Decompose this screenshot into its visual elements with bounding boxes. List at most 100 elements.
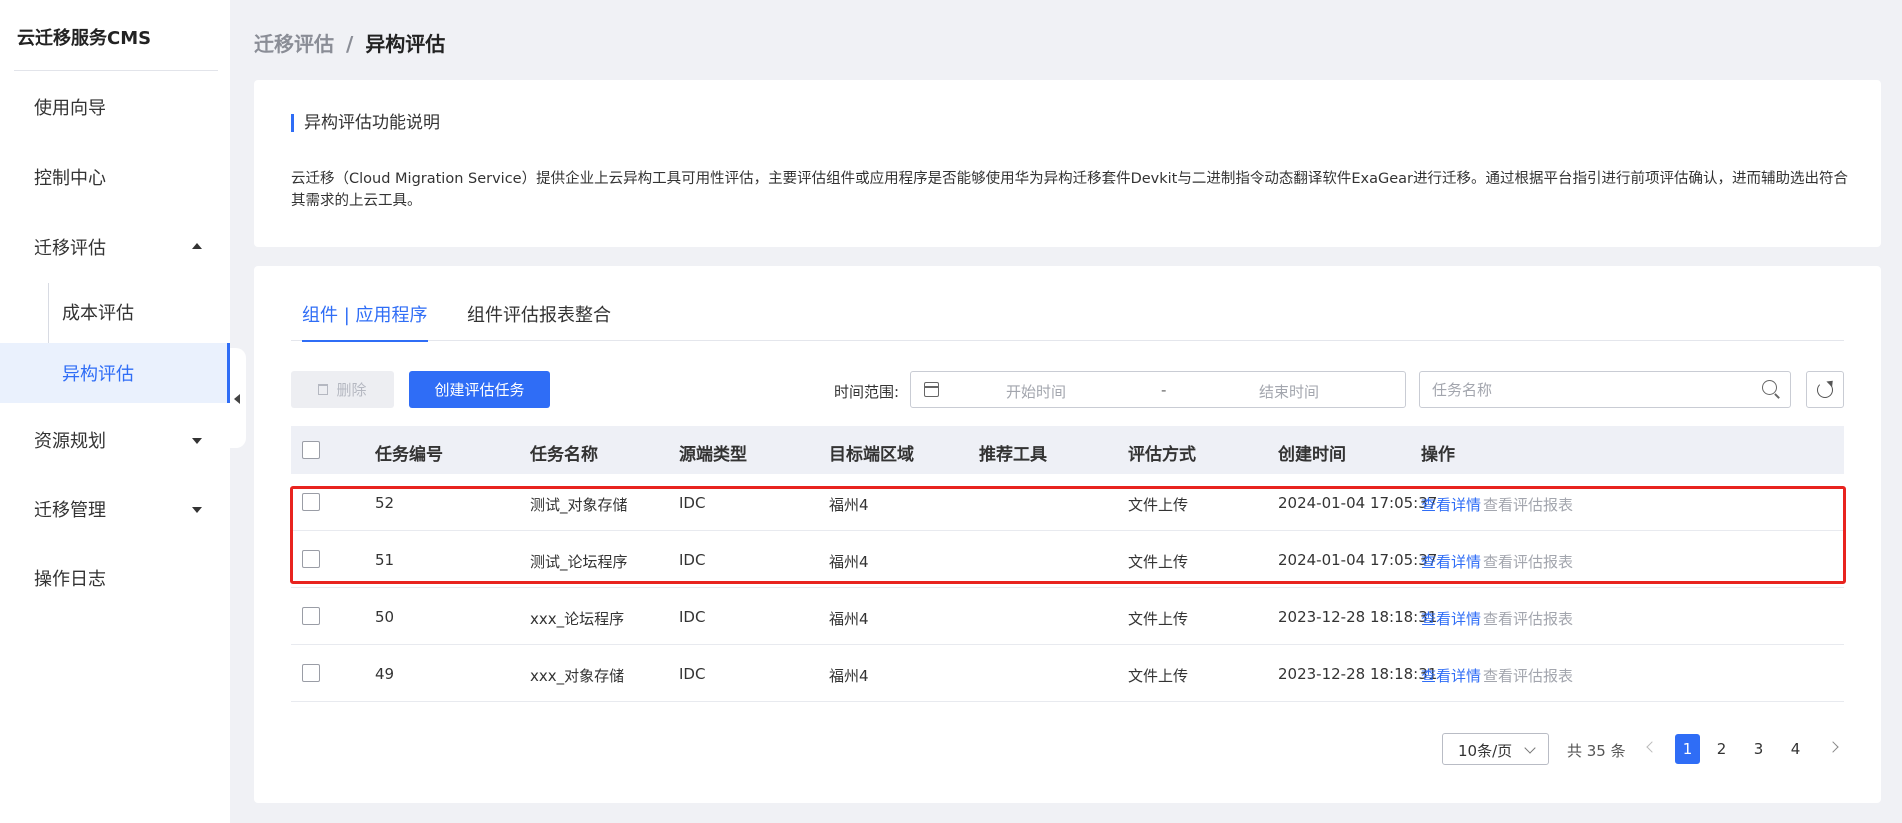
next-page-icon[interactable] [1827,741,1839,753]
breadcrumb-parent[interactable]: 迁移评估 [254,32,334,56]
delete-button[interactable]: 删除 [291,371,394,408]
sidebar-item-label: 使用向导 [34,98,106,119]
sidebar-item-label: 迁移评估 [34,238,106,259]
view-report-link[interactable]: 查看评估报表 [1483,665,1573,686]
refresh-button[interactable] [1806,371,1844,408]
sidebar-item-resource-planning[interactable]: 资源规划 [0,412,230,468]
delete-button-label: 删除 [336,381,367,399]
view-details-link[interactable]: 查看详情 [1421,551,1481,572]
page-button[interactable]: 2 [1709,734,1734,764]
view-details-link[interactable]: 查看详情 [1421,665,1481,686]
cell-task-name: xxx_对象存储 [530,667,625,685]
cell-assessment-method: 文件上传 [1128,610,1189,628]
column-header: 目标端区域 [829,445,914,465]
cell-task-id: 51 [375,551,395,569]
sidebar-item-heterogeneous-assessment[interactable]: 异构评估 [0,343,230,403]
view-report-link[interactable]: 查看评估报表 [1483,608,1573,629]
cell-created-time: 2024-01-04 17:05:37 [1278,551,1438,569]
table-header: 任务编号 任务名称 源端类型 目标端区域 推荐工具 评估方式 创建时间 操作 [291,426,1844,474]
cell-task-id: 52 [375,494,395,512]
row-checkbox[interactable] [302,550,320,568]
cell-assessment-method: 文件上传 [1128,667,1189,685]
task-name-search-input[interactable] [1419,371,1791,408]
chevron-down-icon [1524,742,1536,754]
cell-task-id: 50 [375,608,395,626]
cell-source-type: IDC [679,551,706,569]
select-all-checkbox[interactable] [302,441,320,459]
view-details-link[interactable]: 查看详情 [1421,494,1481,515]
search-icon[interactable] [1762,380,1777,395]
prev-page-icon[interactable] [1646,741,1658,753]
cell-assessment-method: 文件上传 [1128,553,1189,571]
sidebar: 云迁移服务CMS 使用向导 控制中心 迁移评估 成本评估 异构评估 资源规划 迁… [0,0,230,823]
table-row: 51 测试_论坛程序 IDC 福州4 文件上传 2024-01-04 17:05… [291,531,1844,588]
sidebar-item-label: 迁移管理 [34,500,106,521]
view-report-link[interactable]: 查看评估报表 [1483,551,1573,572]
table-row: 52 测试_对象存储 IDC 福州4 文件上传 2024-01-04 17:05… [291,474,1844,531]
row-checkbox[interactable] [302,493,320,511]
app-logo-title: 云迁移服务CMS [17,28,152,49]
column-header: 任务编号 [375,445,443,465]
tab-bar: 组件 | 应用程序 组件评估报表整合 [291,301,1844,342]
sidebar-item-cost-assessment[interactable]: 成本评估 [0,282,230,342]
sidebar-item-migration-management[interactable]: 迁移管理 [0,481,230,537]
caret-up-icon [192,243,202,249]
page-button[interactable]: 1 [1675,734,1700,764]
sidebar-item-label: 异构评估 [62,364,134,385]
cell-target-region: 福州4 [829,496,869,514]
end-date-placeholder[interactable]: 结束时间 [1259,381,1319,402]
sidebar-item-guide[interactable]: 使用向导 [0,79,230,135]
page-button[interactable]: 4 [1783,734,1808,764]
caret-down-icon [192,507,202,513]
view-report-link[interactable]: 查看评估报表 [1483,494,1573,515]
page-size-select[interactable]: 10条/页 [1442,733,1549,765]
sidebar-item-control-center[interactable]: 控制中心 [0,149,230,205]
cell-task-id: 49 [375,665,395,683]
column-header: 源端类型 [679,445,747,465]
intro-description: 云迁移（Cloud Migration Service）提供企业上云异构工具可用… [291,171,1848,209]
table-row: 49 xxx_对象存储 IDC 福州4 文件上传 2023-12-28 18:1… [291,645,1844,702]
breadcrumb: 迁移评估 / 异构评估 [254,28,445,57]
row-checkbox[interactable] [302,607,320,625]
cell-task-name: 测试_论坛程序 [530,553,628,571]
sidebar-item-label: 控制中心 [34,168,106,189]
cell-source-type: IDC [679,494,706,512]
date-range-picker[interactable]: 开始时间 - 结束时间 [910,371,1406,408]
column-header: 任务名称 [530,445,598,465]
tab-report-integration[interactable]: 组件评估报表整合 [467,301,611,341]
time-range-label: 时间范围: [834,383,900,401]
range-separator: - [1161,381,1167,399]
trash-icon [318,384,329,395]
start-date-placeholder[interactable]: 开始时间 [1006,381,1066,402]
sidebar-item-operation-log[interactable]: 操作日志 [0,550,230,606]
cell-task-name: xxx_论坛程序 [530,610,625,628]
column-header: 评估方式 [1128,445,1196,465]
view-details-link[interactable]: 查看详情 [1421,608,1481,629]
page-button[interactable]: 3 [1746,734,1771,764]
cell-source-type: IDC [679,665,706,683]
tab-components-apps[interactable]: 组件 | 应用程序 [302,301,428,342]
cell-task-name: 测试_对象存储 [530,496,628,514]
intro-title: 异构评估功能说明 [291,114,440,132]
calendar-icon [924,382,939,397]
sidebar-collapse-handle[interactable] [230,348,246,448]
cell-assessment-method: 文件上传 [1128,496,1189,514]
sidebar-item-label: 资源规划 [34,431,106,452]
cell-target-region: 福州4 [829,553,869,571]
cell-source-type: IDC [679,608,706,626]
cell-created-time: 2023-12-28 18:18:31 [1278,665,1438,683]
cell-target-region: 福州4 [829,610,869,628]
column-header: 创建时间 [1278,445,1346,465]
main-card: 组件 | 应用程序 组件评估报表整合 删除 创建评估任务 时间范围: 开始时间 … [254,266,1881,803]
row-checkbox[interactable] [302,664,320,682]
cell-target-region: 福州4 [829,667,869,685]
column-header: 推荐工具 [979,445,1047,465]
breadcrumb-current: 异构评估 [365,32,446,56]
intro-card: 异构评估功能说明 云迁移（Cloud Migration Service）提供企… [254,80,1881,247]
table-row: 50 xxx_论坛程序 IDC 福州4 文件上传 2023-12-28 18:1… [291,588,1844,645]
total-count: 共 35 条 [1567,742,1626,760]
sidebar-item-label: 成本评估 [62,303,134,324]
create-task-button[interactable]: 创建评估任务 [409,371,550,408]
sidebar-item-migration-assessment[interactable]: 迁移评估 [0,219,230,275]
refresh-icon [1817,381,1833,398]
